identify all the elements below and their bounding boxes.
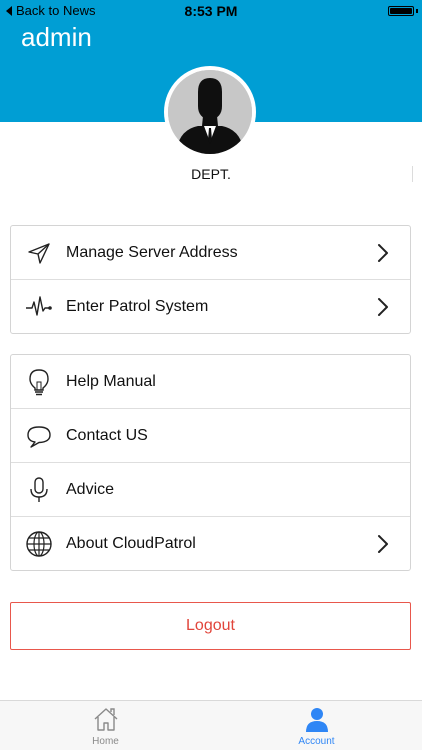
tab-home[interactable]: Home bbox=[0, 701, 211, 750]
battery-tip bbox=[416, 9, 418, 13]
avatar[interactable] bbox=[164, 66, 256, 158]
send-icon bbox=[25, 239, 53, 267]
person-silhouette-icon bbox=[168, 70, 252, 154]
menu-group-secondary: Help Manual Contact US Advice About Clou… bbox=[10, 354, 411, 571]
menu-item-enter-patrol-system[interactable]: Enter Patrol System bbox=[11, 280, 410, 334]
page-title: admin bbox=[21, 22, 92, 52]
tab-label: Account bbox=[298, 736, 335, 747]
status-time: 8:53 PM bbox=[184, 3, 238, 19]
menu-item-manage-server-address[interactable]: Manage Server Address bbox=[11, 226, 410, 280]
menu-group-primary: Manage Server Address Enter Patrol Syste… bbox=[10, 225, 411, 334]
tab-bar: Home Account bbox=[0, 700, 422, 750]
tab-account[interactable]: Account bbox=[211, 701, 422, 750]
menu-item-label: Enter Patrol System bbox=[66, 298, 209, 315]
chevron-right-icon bbox=[376, 242, 390, 264]
lightbulb-icon bbox=[25, 368, 53, 396]
menu-item-label: Manage Server Address bbox=[66, 243, 238, 261]
menu-item-advice[interactable]: Advice bbox=[11, 463, 410, 517]
menu-item-label: Contact US bbox=[66, 426, 148, 444]
divider bbox=[412, 166, 413, 182]
microphone-icon bbox=[25, 476, 53, 504]
logout-button[interactable]: Logout bbox=[10, 602, 411, 650]
chevron-right-icon bbox=[376, 533, 390, 555]
menu-item-about-cloudpatrol[interactable]: About CloudPatrol bbox=[11, 517, 410, 571]
pulse-icon bbox=[25, 293, 53, 321]
menu-item-contact-us[interactable]: Contact US bbox=[11, 409, 410, 463]
menu-item-help-manual[interactable]: Help Manual bbox=[11, 355, 410, 409]
menu-item-label: Advice bbox=[66, 480, 115, 498]
menu-item-label: Help Manual bbox=[66, 372, 156, 390]
status-bar: Back to News 8:53 PM bbox=[0, 0, 422, 22]
department-label: DEPT. bbox=[191, 166, 231, 182]
tab-label: Home bbox=[92, 736, 119, 747]
person-icon bbox=[303, 705, 331, 733]
chevron-right-icon bbox=[376, 296, 390, 318]
globe-icon bbox=[25, 530, 53, 558]
battery-icon bbox=[388, 6, 414, 16]
menu-item-label: About CloudPatrol bbox=[66, 535, 196, 552]
home-icon bbox=[92, 705, 120, 733]
chat-bubble-icon bbox=[25, 422, 53, 450]
